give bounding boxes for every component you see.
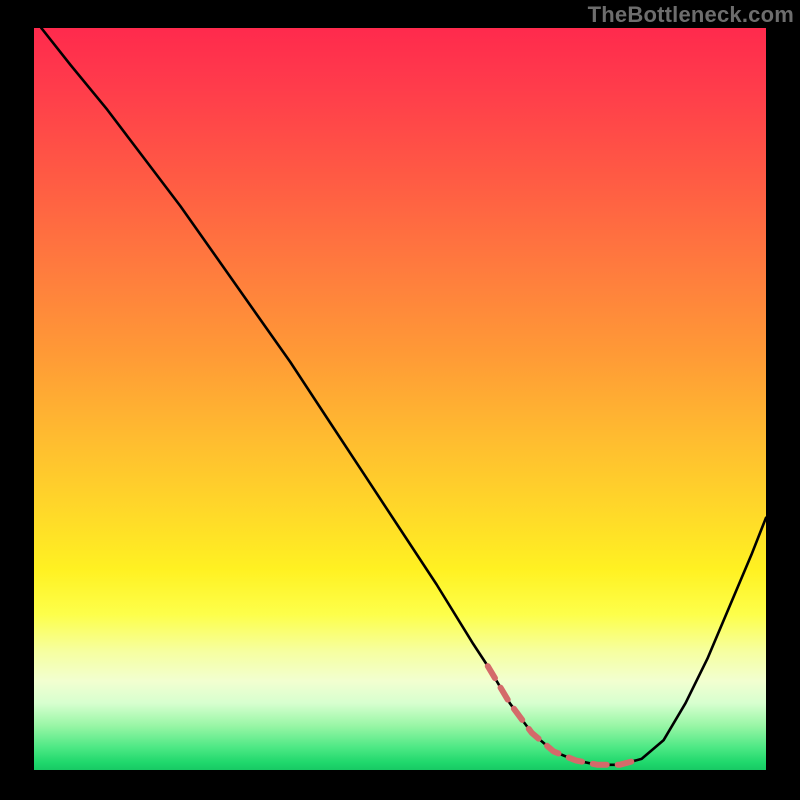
plot-area — [34, 28, 766, 770]
bottleneck-curve-path — [41, 28, 766, 765]
chart-svg — [34, 28, 766, 770]
watermark-text: TheBottleneck.com — [588, 2, 794, 28]
chart-frame: TheBottleneck.com — [0, 0, 800, 800]
optimal-range-path — [488, 666, 642, 765]
